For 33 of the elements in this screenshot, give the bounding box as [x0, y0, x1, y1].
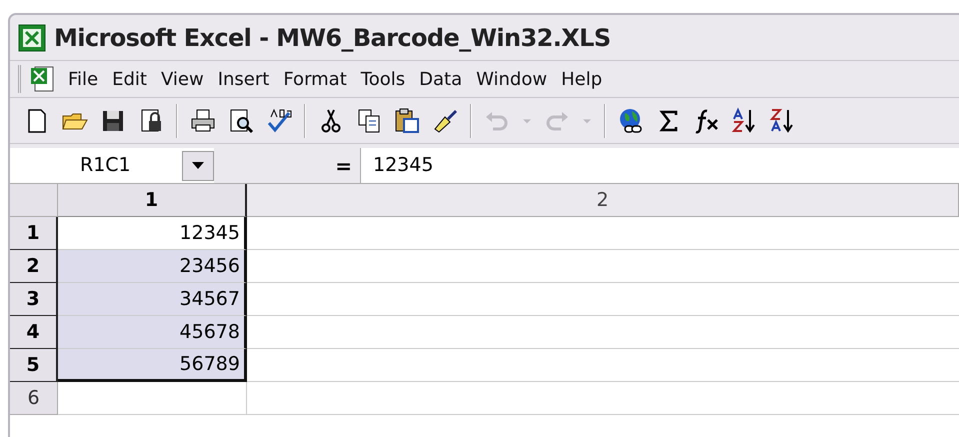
menu-item[interactable]: Help: [554, 66, 610, 92]
table-cell[interactable]: 23456: [58, 250, 247, 283]
table-cell[interactable]: [58, 382, 247, 415]
spreadsheet-app-icon: [18, 24, 46, 52]
menu-item[interactable]: Data: [412, 66, 470, 92]
dropdown-button[interactable]: [182, 151, 214, 181]
row-header[interactable]: 3: [10, 283, 58, 316]
menu-item[interactable]: File: [61, 66, 106, 92]
caret-icon: [192, 162, 204, 170]
window-title: Microsoft Excel - MW6_Barcode_Win32.XLS: [54, 22, 611, 54]
formula-field[interactable]: 12345: [373, 151, 434, 180]
menu-item[interactable]: Insert: [210, 66, 276, 92]
table-cell[interactable]: 45678: [58, 316, 247, 349]
equals-sign: =: [335, 152, 352, 180]
column-header[interactable]: 1: [58, 184, 247, 217]
row-header[interactable]: 1: [10, 217, 58, 250]
print-icon[interactable]: [189, 106, 217, 134]
row-header[interactable]: 2: [10, 250, 58, 283]
menu-item[interactable]: Edit: [105, 66, 154, 92]
menu-item[interactable]: Window: [469, 66, 554, 92]
function-icon[interactable]: [693, 106, 721, 134]
menu-item[interactable]: Tools: [354, 66, 412, 92]
row-header[interactable]: 6: [10, 382, 58, 415]
menu-item[interactable]: Format: [276, 66, 354, 92]
row-header[interactable]: 4: [10, 316, 58, 349]
clipboard-icon[interactable]: [393, 106, 421, 134]
table-cell[interactable]: 56789: [58, 349, 247, 382]
table-cell[interactable]: 34567: [58, 283, 247, 316]
row-header[interactable]: 5: [10, 349, 58, 382]
menu-item[interactable]: View: [154, 66, 211, 92]
column-header[interactable]: 2: [247, 184, 959, 217]
spelling-icon[interactable]: [265, 106, 293, 134]
table-cell[interactable]: 12345: [58, 217, 247, 250]
